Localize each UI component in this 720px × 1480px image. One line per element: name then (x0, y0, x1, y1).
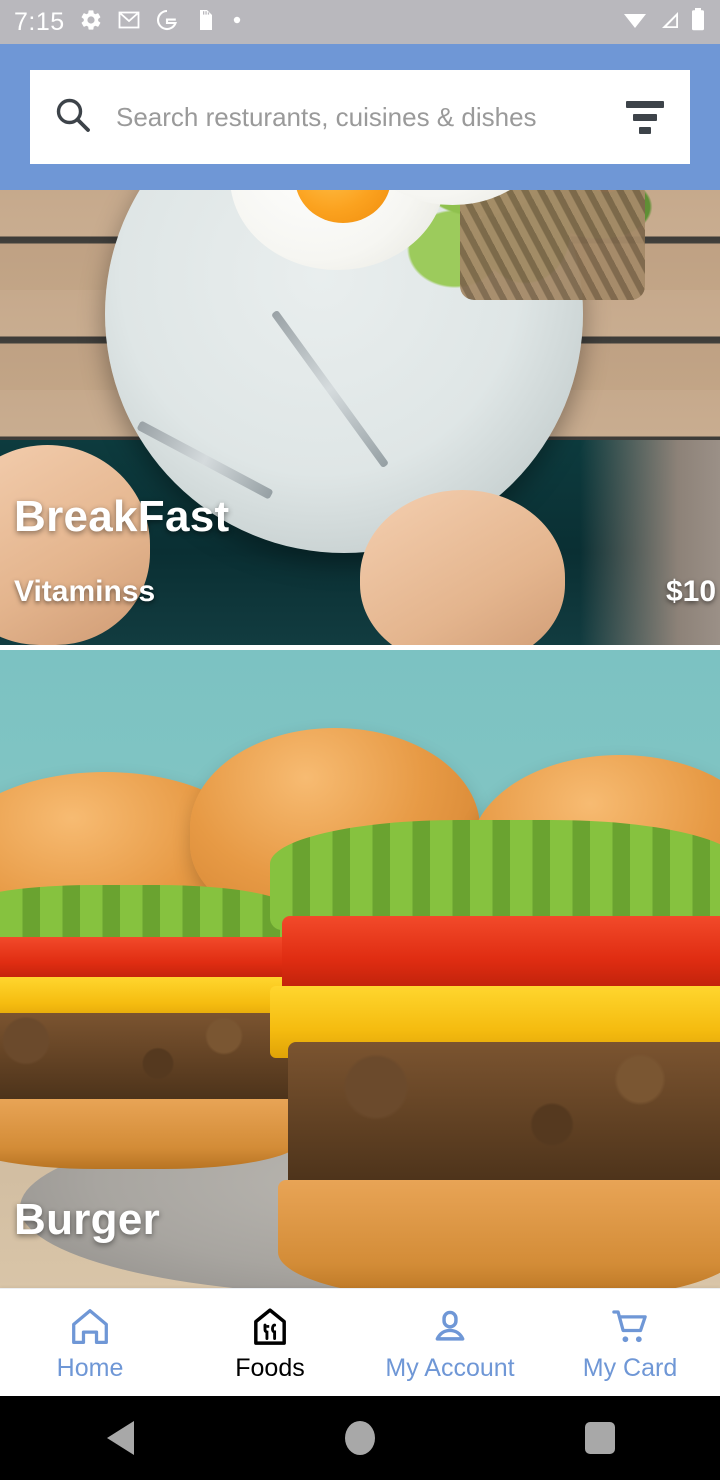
gmail-icon (117, 8, 141, 37)
food-category-list[interactable]: BreakFast Vitaminss $10 Burger (0, 190, 720, 1288)
tab-foods[interactable]: Foods (180, 1289, 360, 1396)
google-icon (155, 8, 179, 37)
food-card-subtitle: Vitaminss (14, 575, 156, 608)
dot-icon (231, 13, 243, 31)
tab-label: Foods (235, 1354, 305, 1382)
status-bar-right (622, 7, 706, 38)
back-triangle-icon[interactable] (75, 1396, 165, 1480)
person-icon (427, 1304, 473, 1350)
app-header (0, 44, 720, 190)
tab-home[interactable]: Home (0, 1289, 180, 1396)
search-icon (52, 94, 94, 141)
tab-label: Home (56, 1354, 124, 1382)
food-card-title: Burger (14, 1195, 161, 1244)
bottom-tab-bar: Home Foods My Account My Card (0, 1288, 720, 1396)
food-card-breakfast[interactable]: BreakFast Vitaminss $10 (0, 190, 720, 645)
recents-square-icon[interactable] (555, 1396, 645, 1480)
burger-image (0, 650, 720, 1288)
battery-icon (690, 7, 706, 38)
food-card-title: BreakFast (14, 492, 230, 541)
tab-label: My Card (582, 1354, 678, 1382)
status-bar-left: 7:15 (14, 8, 243, 37)
food-card-price: $10 (666, 575, 717, 608)
tab-label: My Account (385, 1354, 515, 1382)
search-input[interactable] (116, 101, 622, 133)
status-bar: 7:15 (0, 0, 720, 44)
home-icon (67, 1304, 113, 1350)
gear-icon (79, 8, 103, 37)
search-bar[interactable] (30, 70, 690, 164)
status-bar-clock: 7:15 (14, 7, 65, 36)
food-card-burger[interactable]: Burger (0, 650, 720, 1288)
tab-my-card[interactable]: My Card (540, 1289, 720, 1396)
android-navigation-bar (0, 1396, 720, 1480)
filter-list-icon[interactable] (622, 94, 668, 140)
tab-my-account[interactable]: My Account (360, 1289, 540, 1396)
sd-card-icon (193, 8, 217, 37)
cellular-signal-icon (656, 7, 682, 38)
shopping-cart-icon (607, 1304, 653, 1350)
app-root: 7:15 Search resturants, cuisines & dishe… (0, 0, 720, 1480)
wifi-icon (622, 7, 648, 38)
home-circle-icon[interactable] (315, 1396, 405, 1480)
restaurant-icon (247, 1304, 293, 1350)
